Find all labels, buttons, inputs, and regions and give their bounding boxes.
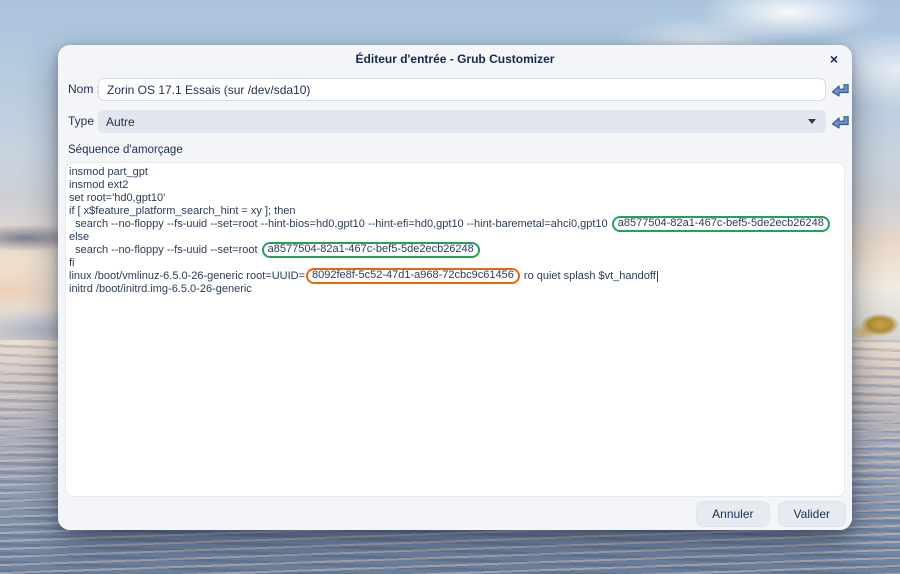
- code-text: insmod part_gpt: [69, 166, 148, 178]
- dialog-titlebar[interactable]: Éditeur d'entrée - Grub Customizer ×: [58, 45, 852, 73]
- name-input[interactable]: [98, 78, 826, 101]
- type-select[interactable]: Autre: [98, 110, 826, 133]
- wallpaper-bush: [850, 305, 900, 349]
- code-text: initrd /boot/initrd.img-6.5.0-26-generic: [69, 283, 252, 295]
- code-text: search --no-floppy --fs-uuid --set=root …: [69, 218, 611, 230]
- revert-arrow-icon: [831, 113, 850, 132]
- code-line: search --no-floppy --fs-uuid --set=root …: [69, 244, 844, 257]
- close-icon[interactable]: ×: [824, 49, 844, 69]
- code-line: set root='hd0,gpt10': [69, 192, 844, 205]
- dialog-title: Éditeur d'entrée - Grub Customizer: [356, 52, 555, 66]
- uuid-highlight-green: a8577504-82a1-467c-bef5-5de2ecb26248: [262, 242, 480, 258]
- revert-name-button[interactable]: [831, 81, 850, 100]
- name-label: Nom :: [68, 82, 100, 96]
- code-text: else: [69, 231, 89, 243]
- code-line: insmod part_gpt: [69, 166, 844, 179]
- uuid-highlight-orange: 8092fe8f-5c52-47d1-a968-72cbc9c61456: [306, 268, 520, 284]
- type-label: Type :: [68, 114, 101, 128]
- ok-button[interactable]: Valider: [778, 501, 846, 527]
- revert-arrow-icon: [831, 81, 850, 100]
- dialog-footer: Annuler Valider: [58, 497, 852, 530]
- code-line: search --no-floppy --fs-uuid --set=root …: [69, 218, 844, 231]
- code-text: linux /boot/vmlinuz-6.5.0-26-generic roo…: [69, 270, 305, 282]
- code-line: linux /boot/vmlinuz-6.5.0-26-generic roo…: [69, 270, 844, 283]
- code-text: set root='hd0,gpt10': [69, 192, 165, 204]
- code-line: initrd /boot/initrd.img-6.5.0-26-generic: [69, 283, 844, 296]
- revert-type-button[interactable]: [831, 113, 850, 132]
- code-text: search --no-floppy --fs-uuid --set=root: [69, 244, 261, 256]
- type-selected-value: Autre: [106, 115, 135, 129]
- code-line: insmod ext2: [69, 179, 844, 192]
- cancel-button[interactable]: Annuler: [696, 501, 769, 527]
- text-cursor: [657, 271, 658, 282]
- uuid-highlight-green: a8577504-82a1-467c-bef5-5de2ecb26248: [612, 216, 830, 232]
- chevron-down-icon: [808, 119, 816, 124]
- code-text: fi: [69, 257, 75, 269]
- boot-sequence-label: Séquence d'amorçage: [68, 144, 183, 156]
- entry-editor-dialog: Éditeur d'entrée - Grub Customizer × Nom…: [58, 45, 852, 530]
- boot-sequence-editor[interactable]: insmod part_gptinsmod ext2set root='hd0,…: [65, 162, 845, 497]
- code-text: if [ x$feature_platform_search_hint = xy…: [69, 205, 296, 217]
- code-text: ro quiet splash $vt_handoff: [521, 270, 656, 282]
- code-text: insmod ext2: [69, 179, 128, 191]
